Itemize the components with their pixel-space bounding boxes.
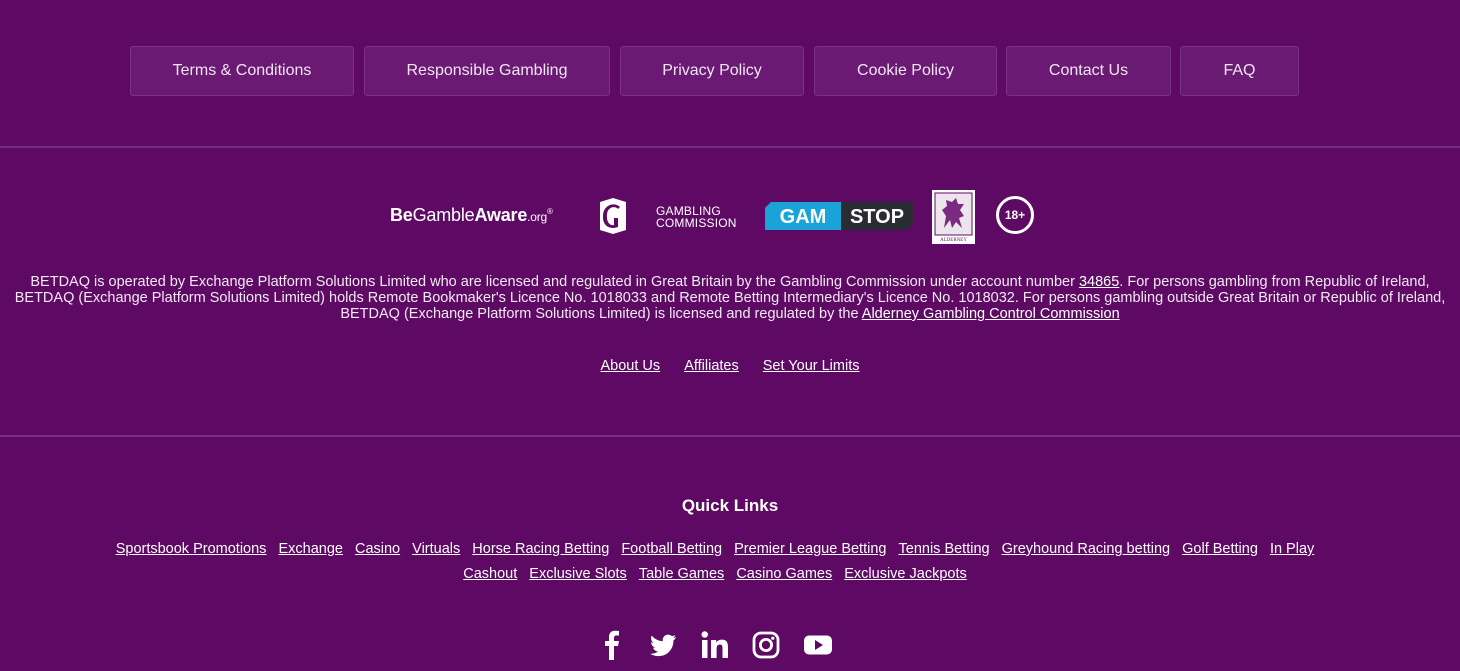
twitter-icon[interactable] [648,630,678,660]
gambling-commission-icon[interactable] [596,196,630,236]
regulator-logos: BeGambleAware.org® GAMBLING COMMISSION G… [0,188,1460,248]
terms-conditions-button[interactable]: Terms & Conditions [130,46,354,96]
alderney-logo[interactable]: ALDERNEY [932,190,975,244]
gamstop-logo[interactable]: GAM STOP [765,202,913,230]
quick-link[interactable]: Golf Betting [1182,541,1258,557]
quick-link[interactable]: Exchange [278,541,343,557]
footer-links: About Us Affiliates Set Your Limits [0,358,1460,374]
faq-button[interactable]: FAQ [1180,46,1299,96]
responsible-gambling-button[interactable]: Responsible Gambling [364,46,610,96]
gamstop-left-text: GAM [780,206,827,228]
linkedin-icon[interactable] [700,630,730,660]
gamstop-right-text: STOP [850,206,904,228]
quick-link[interactable]: Football Betting [621,541,722,557]
legal-text-part1: BETDAQ is operated by Exchange Platform … [30,274,1079,290]
bga-registered: ® [547,207,553,216]
alderney-commission-link[interactable]: Alderney Gambling Control Commission [862,306,1120,322]
alderney-caption: ALDERNEY [940,238,967,243]
cookie-policy-button[interactable]: Cookie Policy [814,46,997,96]
bga-gamble: Gamble [412,205,475,225]
facebook-icon[interactable] [597,630,627,660]
divider-bottom [0,435,1460,437]
privacy-policy-button[interactable]: Privacy Policy [620,46,804,96]
social-links [0,630,1460,664]
contact-us-button[interactable]: Contact Us [1006,46,1171,96]
quick-link[interactable]: Table Games [639,566,724,582]
instagram-icon[interactable] [751,630,781,660]
bga-be: Be [390,205,413,225]
begambleaware-logo[interactable]: BeGambleAware.org® [390,205,553,226]
quick-link[interactable]: Premier League Betting [734,541,886,557]
quick-link[interactable]: Sportsbook Promotions [116,541,267,557]
account-number-link[interactable]: 34865 [1079,274,1119,290]
quick-links: Sportsbook Promotions Exchange Casino Vi… [100,537,1330,587]
quick-link[interactable]: Horse Racing Betting [472,541,609,557]
quick-link[interactable]: Casino [355,541,400,557]
set-your-limits-link[interactable]: Set Your Limits [763,358,860,374]
quick-link[interactable]: Casino Games [736,566,832,582]
age-18-badge: 18+ [996,196,1034,234]
top-navigation: Terms & Conditions Responsible Gambling … [0,46,1460,98]
quick-link[interactable]: Exclusive Slots [529,566,627,582]
affiliates-link[interactable]: Affiliates [684,358,739,374]
quick-link[interactable]: Virtuals [412,541,460,557]
quick-link[interactable]: Tennis Betting [899,541,990,557]
quick-link[interactable]: In Play [1270,541,1314,557]
about-us-link[interactable]: About Us [601,358,661,374]
bga-aware: Aware [474,205,528,225]
gc-line2: COMMISSION [656,216,737,230]
quick-link[interactable]: Greyhound Racing betting [1002,541,1170,557]
divider-top [0,146,1460,148]
youtube-icon[interactable] [803,630,833,660]
legal-text: BETDAQ is operated by Exchange Platform … [8,274,1452,322]
bga-org: .org [527,210,548,224]
quick-link[interactable]: Exclusive Jackpots [844,566,967,582]
gambling-commission-logo[interactable]: GAMBLING COMMISSION [656,205,737,229]
quick-link[interactable]: Cashout [463,566,517,582]
quick-links-title: Quick Links [681,496,779,515]
